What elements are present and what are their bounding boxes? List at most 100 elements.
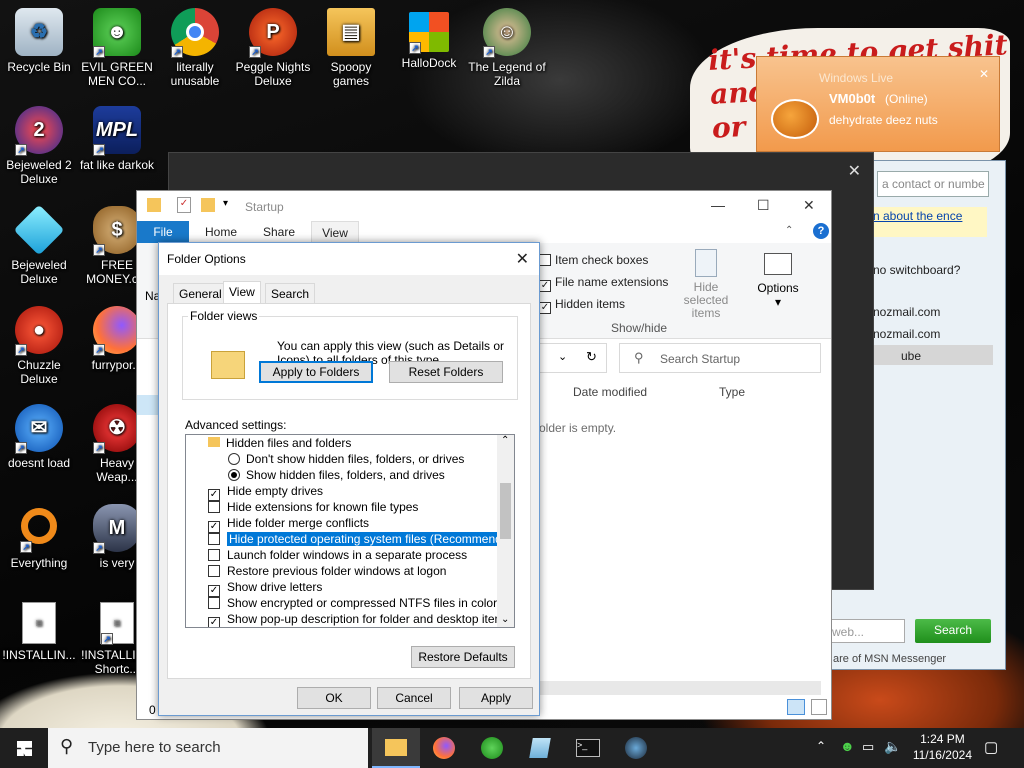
cancel-button[interactable]: Cancel (377, 687, 451, 709)
tab-search[interactable]: Search (265, 283, 316, 303)
desktop-icon-evil-green-men[interactable]: ☻ ↗ EVIL GREEN MEN CO... (78, 8, 156, 88)
scrollbar-thumb[interactable] (500, 483, 511, 539)
list-item[interactable]: ✓ Hide empty drives (208, 483, 323, 501)
taskbar-search-input[interactable]: ⚲ Type here to search (48, 728, 368, 768)
horizontal-scrollbar[interactable] (539, 681, 821, 695)
checkbox[interactable]: ✓ (208, 617, 220, 627)
chevron-down-icon[interactable]: ▾ (223, 198, 228, 209)
list-item[interactable]: Restore previous folder windows at logon (208, 563, 446, 579)
new-folder-icon[interactable] (201, 198, 215, 212)
checkbox[interactable] (208, 549, 220, 561)
notifications-icon[interactable]: ▢ (984, 738, 998, 756)
taskbar-msn-messenger[interactable] (468, 728, 516, 768)
tab-view[interactable]: View (223, 281, 261, 303)
checkbox[interactable]: ✓ (539, 280, 551, 292)
tab-view[interactable]: View (311, 221, 359, 243)
checkbox[interactable] (208, 597, 220, 609)
list-item[interactable]: Show hidden files, folders, and drives (228, 467, 445, 483)
navigation-pane-selection[interactable] (137, 395, 159, 415)
chevron-down-icon[interactable]: ⌄ (501, 614, 509, 625)
list-item[interactable]: Hide extensions for known file types (208, 499, 418, 515)
apply-button[interactable]: Apply (459, 687, 533, 709)
list-item[interactable]: Don't show hidden files, folders, or dri… (228, 451, 464, 467)
restore-defaults-button[interactable]: Restore Defaults (411, 646, 515, 668)
chevron-up-icon[interactable]: ⌃ (501, 435, 509, 446)
desktop-icon-chuzzle-deluxe[interactable]: ● ↗ Chuzzle Deluxe (0, 306, 78, 386)
desktop-icon-recycle-bin[interactable]: ♻ Recycle Bin (0, 8, 78, 74)
list-item-selected[interactable]: Hide protected operating system files (R… (208, 531, 514, 547)
taskbar-firefox[interactable] (420, 728, 468, 768)
desktop-icon-legend-of-zilda[interactable]: ☺ ↗ The Legend of Zilda (468, 8, 546, 88)
desktop-icon-hallodock[interactable]: ↗ HalloDock (390, 8, 468, 70)
list-item[interactable]: Launch folder windows in a separate proc… (208, 547, 467, 563)
list-item[interactable]: ✓ Show pop-up description for folder and … (208, 611, 511, 627)
maximize-icon[interactable]: ☐ (757, 197, 770, 214)
checkbox[interactable] (208, 565, 220, 577)
desktop-icon-everything[interactable]: ↗ Everything (0, 504, 78, 570)
msn-list-row[interactable]: ube (901, 349, 921, 363)
large-icons-view-icon[interactable] (811, 699, 827, 715)
checkbox[interactable] (208, 533, 220, 545)
tab-share[interactable]: Share (257, 221, 301, 243)
radio-button[interactable] (228, 453, 240, 465)
msn-web-search-input[interactable]: web... (827, 619, 905, 643)
tab-home[interactable]: Home (199, 221, 243, 243)
checkbox[interactable]: ✓ (539, 302, 551, 314)
desktop-icon-doesnt-load[interactable]: ✉ ↗ doesnt load (0, 404, 78, 470)
list-item[interactable]: ✓ Show drive letters (208, 579, 322, 597)
close-icon[interactable]: ✕ (979, 67, 989, 81)
help-icon[interactable]: ? (813, 223, 829, 239)
file-name-extensions-toggle[interactable]: ✓ File name extensions (539, 275, 668, 292)
close-icon[interactable]: ✕ (803, 197, 815, 214)
desktop-icon-spoopy-games[interactable]: ▤ Spoopy games (312, 8, 390, 88)
details-view-icon[interactable] (787, 699, 805, 715)
chevron-up-icon[interactable]: ⌃ (785, 225, 793, 236)
hidden-items-toggle[interactable]: ✓ Hidden items (539, 297, 625, 314)
taskbar-notepad[interactable] (516, 728, 564, 768)
search-input[interactable]: ⚲ Search Startup (619, 343, 821, 373)
list-item[interactable]: ✓ Hide folder merge conflicts (208, 515, 369, 533)
desktop-icon-bejeweled-2[interactable]: 2 ↗ Bejeweled 2 Deluxe (0, 106, 78, 186)
taskbar-steam[interactable] (612, 728, 660, 768)
close-icon[interactable]: ✕ (516, 249, 529, 269)
desktop-icon-literally-unusable[interactable]: ↗ literally unusable (156, 8, 234, 88)
radio-button[interactable] (228, 469, 240, 481)
msn-notification-popup[interactable]: Windows Live ✕ VM0b0t (Online) dehydrate… (756, 56, 1000, 152)
list-item[interactable]: Show encrypted or compressed NTFS files … (208, 595, 497, 611)
ok-button[interactable]: OK (297, 687, 371, 709)
taskbar-clock[interactable]: 1:24 PM 11/16/2024 (913, 731, 972, 763)
column-type[interactable]: Type (719, 385, 745, 399)
reset-folders-button[interactable]: Reset Folders (389, 361, 503, 383)
hide-selected-items-button[interactable]: Hide selected items (671, 249, 741, 320)
address-bar[interactable]: ⌄ ↻ (539, 343, 607, 373)
start-button[interactable] (0, 728, 48, 768)
minimize-icon[interactable]: — (711, 197, 725, 213)
chevron-down-icon[interactable]: ⌄ (558, 350, 567, 363)
checkbox[interactable] (208, 501, 220, 513)
desktop-icon-fat-like-darkok[interactable]: MPL ↗ fat like darkok (78, 106, 156, 172)
msn-list-row[interactable]: no switchboard? (873, 263, 960, 277)
refresh-icon[interactable]: ↻ (586, 349, 597, 365)
advanced-settings-list[interactable]: Hidden files and folders Don't show hidd… (185, 434, 515, 628)
network-icon[interactable]: ▭ (862, 739, 874, 755)
item-check-boxes-toggle[interactable]: Item check boxes (539, 253, 648, 267)
properties-icon[interactable]: ✓ (177, 197, 191, 213)
tab-general[interactable]: General (173, 283, 228, 303)
chevron-up-icon[interactable]: ⌃ (816, 739, 826, 753)
msn-tray-icon[interactable]: ☻ (840, 738, 855, 754)
msn-contact-search[interactable]: a contact or numbe (877, 171, 989, 197)
desktop-icon-peggle-nights[interactable]: P ↗ Peggle Nights Deluxe (234, 8, 312, 88)
checkbox[interactable] (539, 254, 551, 266)
msn-learn-link[interactable]: n about the ence (871, 207, 987, 237)
msn-search-button[interactable]: Search (915, 619, 991, 643)
apply-to-folders-button[interactable]: Apply to Folders (259, 361, 373, 383)
vertical-scrollbar[interactable]: ⌃ ⌄ (497, 435, 514, 627)
tab-file[interactable]: File (137, 221, 189, 243)
msn-list-row[interactable]: nozmail.com (873, 327, 940, 341)
desktop-icon-installing[interactable]: ≡ !INSTALLIN... (0, 602, 78, 662)
msn-selected-row[interactable] (853, 345, 993, 365)
column-date-modified[interactable]: Date modified (573, 385, 647, 399)
close-icon[interactable]: ✕ (848, 161, 861, 181)
volume-icon[interactable]: 🔈 (884, 738, 901, 755)
taskbar-file-explorer[interactable] (372, 728, 420, 768)
